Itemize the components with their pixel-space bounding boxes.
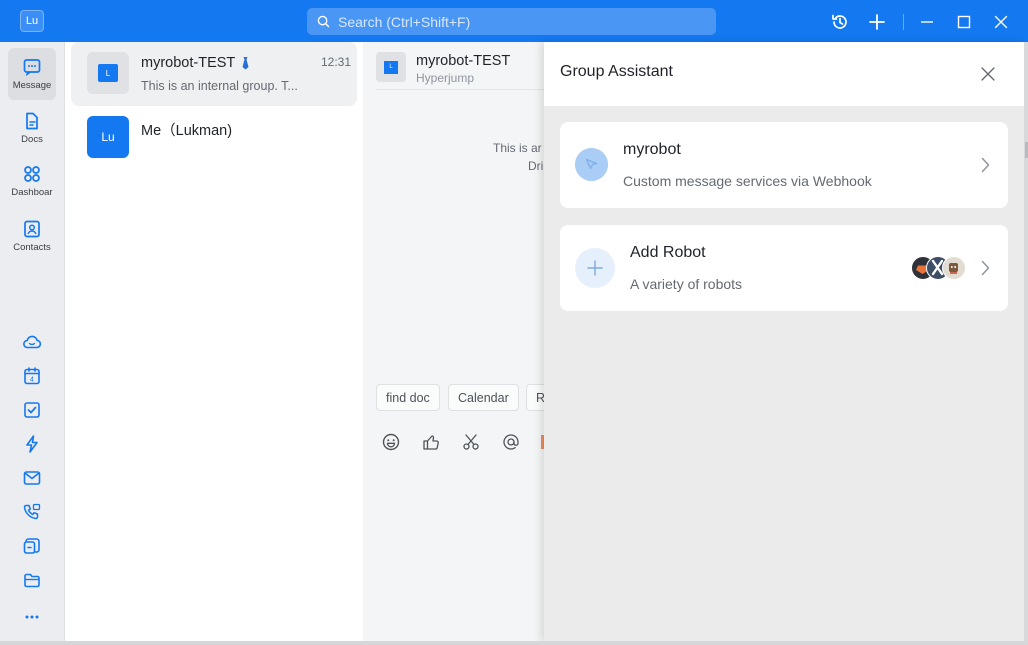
- mention-icon[interactable]: [501, 432, 521, 452]
- search-input[interactable]: [338, 13, 698, 30]
- minutes-icon[interactable]: [20, 534, 44, 558]
- system-message: This is ar Dri: [493, 141, 544, 173]
- nav-label-docs: Docs: [21, 134, 43, 145]
- search-box[interactable]: [307, 8, 716, 35]
- user-avatar[interactable]: Lu: [20, 10, 44, 32]
- conversation-pane: L myrobot-TEST Hyperjump This is ar Dri …: [363, 42, 544, 645]
- panel-title: Group Assistant: [560, 63, 673, 80]
- folder-icon[interactable]: [20, 568, 44, 592]
- more-icon[interactable]: [20, 605, 44, 629]
- close-window-icon[interactable]: [990, 11, 1012, 33]
- nav-label-dashboard: Dashboar: [11, 187, 53, 198]
- search-icon: [317, 15, 330, 28]
- right-edge-strip: [1024, 42, 1028, 645]
- robot-avatars: [911, 256, 967, 280]
- conversation-header: L myrobot-TEST Hyperjump: [376, 52, 544, 92]
- divider: [376, 89, 544, 90]
- chat-list: L myrobot-TEST 12:31 This is an internal…: [65, 42, 363, 645]
- quick-action-calendar[interactable]: Calendar: [448, 384, 519, 411]
- chat-avatar: Lu: [87, 116, 129, 158]
- nav-label-message: Message: [12, 80, 52, 91]
- nav-label-contacts: Contacts: [13, 242, 51, 253]
- conversation-subtitle: Hyperjump: [416, 71, 475, 85]
- nav-item-contacts[interactable]: Contacts: [8, 210, 56, 262]
- dashboard-icon: [24, 166, 40, 182]
- chat-name: myrobot-TEST: [141, 55, 250, 71]
- plus-icon: [575, 248, 615, 288]
- minimize-icon[interactable]: [916, 11, 938, 33]
- robot-name: myrobot: [623, 141, 681, 158]
- message-icon: [23, 59, 41, 76]
- quick-action-find-doc[interactable]: find doc: [376, 384, 440, 411]
- scissors-icon[interactable]: [461, 432, 481, 452]
- left-nav: Message Docs Dashboar Contacts 4: [0, 42, 65, 645]
- chevron-right-icon: [978, 258, 992, 278]
- contacts-icon: [24, 220, 40, 238]
- nav-item-dashboard[interactable]: Dashboar: [8, 155, 56, 207]
- robot-card-myrobot[interactable]: myrobot Custom message services via Webh…: [560, 122, 1008, 208]
- add-robot-description: A variety of robots: [630, 276, 743, 292]
- phone-icon[interactable]: [20, 500, 44, 524]
- thumbs-up-icon[interactable]: [421, 432, 441, 452]
- add-robot-card[interactable]: Add Robot A variety of robots: [560, 225, 1008, 311]
- chat-item[interactable]: L myrobot-TEST 12:31 This is an internal…: [71, 42, 357, 106]
- tie-icon: [242, 57, 249, 70]
- chat-time: 12:31: [320, 55, 351, 69]
- chat-name: Me（Lukman): [141, 123, 233, 139]
- nav-item-message[interactable]: Message: [8, 48, 56, 100]
- bot-logo-icon: [942, 256, 966, 280]
- history-icon[interactable]: [829, 11, 851, 33]
- chevron-right-icon: [978, 155, 992, 175]
- chat-item[interactable]: Lu Me（Lukman): [71, 106, 357, 170]
- panel-header: Group Assistant: [544, 42, 1024, 106]
- cloud-icon[interactable]: [20, 330, 44, 354]
- conversation-title[interactable]: myrobot-TEST: [416, 53, 510, 69]
- title-bar: Lu: [0, 0, 1028, 42]
- close-icon[interactable]: [978, 64, 998, 84]
- quick-action-more[interactable]: R: [526, 384, 544, 411]
- calendar-icon[interactable]: 4: [20, 364, 44, 388]
- robot-avatar-icon: [575, 148, 608, 181]
- toolbar-separator: [903, 14, 904, 30]
- docs-icon: [26, 112, 38, 130]
- emoji-icon[interactable]: [381, 432, 401, 452]
- nav-item-docs[interactable]: Docs: [8, 102, 56, 154]
- add-icon[interactable]: [866, 11, 888, 33]
- lightning-icon[interactable]: [20, 432, 44, 456]
- chat-preview: This is an internal group. T...: [141, 79, 298, 93]
- robot-description: Custom message services via Webhook: [623, 173, 872, 189]
- task-icon[interactable]: [20, 398, 44, 422]
- maximize-icon[interactable]: [953, 11, 975, 33]
- mail-icon[interactable]: [20, 466, 44, 490]
- add-robot-title: Add Robot: [630, 244, 706, 261]
- svg-text:4: 4: [30, 377, 34, 384]
- conversation-avatar[interactable]: L: [376, 52, 406, 82]
- bottom-edge: [0, 641, 1028, 645]
- chat-avatar: L: [87, 52, 129, 94]
- group-assistant-panel: Group Assistant myrobot Custom message s…: [544, 42, 1024, 642]
